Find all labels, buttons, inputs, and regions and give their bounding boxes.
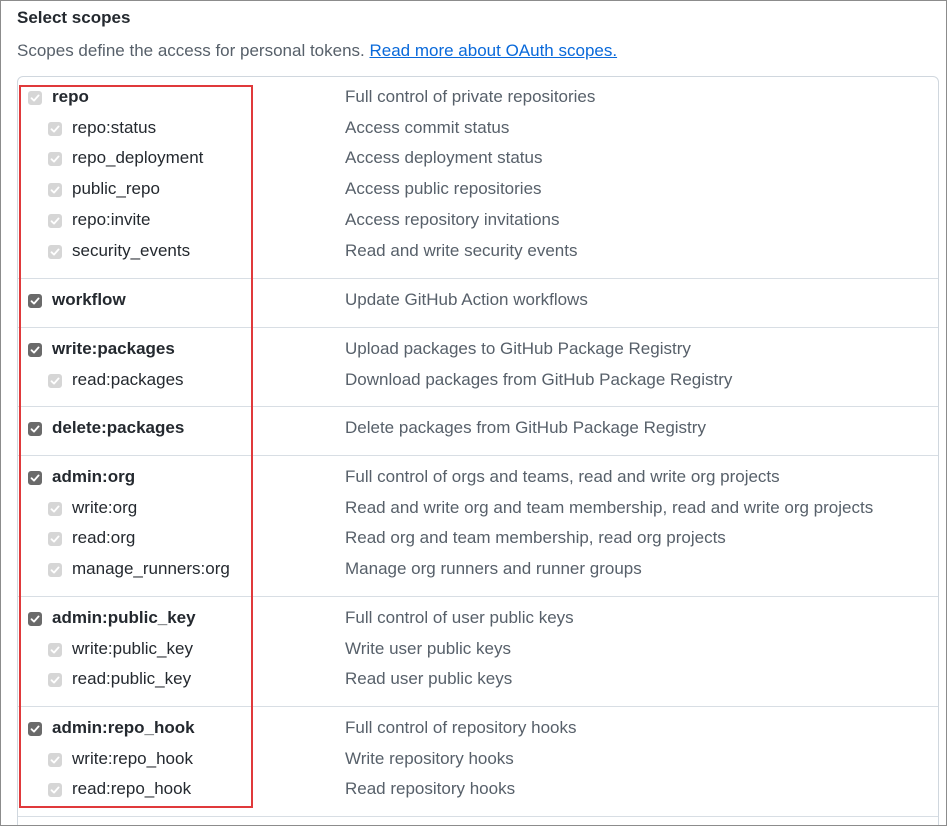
sub-scope-name: read:public_key: [72, 669, 192, 688]
sub-scope-row: repo:invite Access repository invitations: [18, 206, 938, 236]
sub-scope-checkbox: [48, 753, 62, 767]
sub-scope-description: Access public repositories: [345, 179, 542, 198]
sub-scope-description: Write user public keys: [345, 639, 511, 658]
sub-scope-row: write:public_key Write user public keys: [18, 635, 938, 665]
sub-scope-checkbox: [48, 183, 62, 197]
sub-scope-row: read:org Read org and team membership, re…: [18, 524, 938, 554]
sub-scope-checkbox: [48, 502, 62, 516]
sub-scope-row: read:public_key Read user public keys: [18, 665, 938, 695]
sub-scope-row: read:repo_hook Read repository hooks: [18, 775, 938, 805]
sub-scope-name: public_repo: [72, 179, 160, 198]
scope-row: repo Full control of private repositories: [18, 83, 938, 113]
sub-scope-checkbox: [48, 532, 62, 546]
sub-scope-row: manage_runners:org Manage org runners and…: [18, 555, 938, 585]
sub-scope-checkbox: [48, 245, 62, 259]
scope-checkbox[interactable]: [28, 471, 42, 485]
sub-scope-checkbox: [48, 214, 62, 228]
sub-scope-row: write:repo_hook Write repository hooks: [18, 745, 938, 775]
oauth-scopes-link[interactable]: Read more about OAuth scopes.: [369, 41, 617, 60]
scope-description: Full control of repository hooks: [345, 718, 577, 737]
sub-scope-description: Read and write security events: [345, 241, 578, 260]
sub-scope-name: manage_runners:org: [72, 559, 230, 578]
sub-scope-row: public_repo Access public repositories: [18, 175, 938, 205]
sub-scope-name: read:repo_hook: [72, 779, 192, 798]
scope-name: write:packages: [52, 339, 175, 358]
sub-scope-name: read:packages: [72, 370, 184, 389]
sub-scope-checkbox: [48, 783, 62, 797]
sub-scope-row: read:packages Download packages from GitH…: [18, 366, 938, 396]
scope-row: admin:repo_hook Full control of repositor…: [18, 714, 938, 744]
sub-scope-name: write:org: [72, 498, 138, 517]
scope-group: admin:public_key Full control of user pub…: [18, 596, 938, 707]
scope-checkbox[interactable]: [28, 422, 42, 436]
sub-scope-name: security_events: [72, 241, 191, 260]
sub-scope-checkbox: [48, 563, 62, 577]
sub-scope-description: Access deployment status: [345, 148, 543, 167]
sub-scope-row: repo_deployment Access deployment status: [18, 144, 938, 174]
scope-name: admin:public_key: [52, 608, 196, 627]
scope-description: Update GitHub Action workflows: [345, 290, 588, 309]
sub-scope-name: write:public_key: [72, 639, 193, 658]
sub-scope-name: read:org: [72, 528, 136, 547]
sub-scope-description: Download packages from GitHub Package Re…: [345, 370, 733, 389]
sub-scope-row: write:org Read and write org and team mem…: [18, 494, 938, 524]
sub-scope-checkbox: [48, 122, 62, 136]
scope-row: admin:public_key Full control of user pub…: [18, 604, 938, 634]
sub-scope-description: Access repository invitations: [345, 210, 560, 229]
scope-row: workflow Update GitHub Action workflows: [18, 286, 938, 316]
sub-scope-checkbox: [48, 152, 62, 166]
scope-description: Full control of orgs and teams, read and…: [345, 467, 780, 486]
sub-scope-description: Access commit status: [345, 118, 510, 137]
scope-name: repo: [52, 87, 89, 106]
sub-scope-description: Read repository hooks: [345, 779, 516, 798]
scope-checkbox[interactable]: [28, 294, 42, 308]
scope-group: write:packages Upload packages to GitHub …: [18, 327, 938, 407]
sub-scope-name: repo_deployment: [72, 148, 204, 167]
sub-scope-description: Read org and team membership, read org p…: [345, 528, 726, 547]
sub-scope-checkbox: [48, 673, 62, 687]
scopes-panel: Select scopes Scopes define the access f…: [0, 0, 947, 826]
scope-description: Delete packages from GitHub Package Regi…: [345, 418, 706, 437]
intro-label: Scopes define the access for personal to…: [17, 41, 370, 60]
scope-row: write:packages Upload packages to GitHub …: [18, 335, 938, 365]
sub-scope-description: Read user public keys: [345, 669, 513, 688]
scope-list: repo Full control of private repositories…: [17, 76, 939, 825]
scope-name: workflow: [52, 290, 126, 309]
scope-description: Full control of user public keys: [345, 608, 574, 627]
sub-scope-checkbox: [48, 374, 62, 388]
sub-scope-name: repo:status: [72, 118, 157, 137]
sub-scope-description: Read and write org and team membership, …: [345, 498, 874, 517]
scope-name: delete:packages: [52, 418, 185, 437]
scope-row: delete:packages Delete packages from GitH…: [18, 414, 938, 444]
scope-checkbox[interactable]: [28, 612, 42, 626]
scope-checkbox[interactable]: [28, 722, 42, 736]
section-heading: Select scopes: [17, 8, 131, 27]
scope-group: workflow Update GitHub Action workflows: [18, 278, 938, 328]
scope-checkbox: [28, 91, 42, 105]
intro-text: Scopes define the access for personal to…: [17, 41, 617, 61]
scope-description: Full control of private repositories: [345, 87, 596, 106]
sub-scope-description: Manage org runners and runner groups: [345, 559, 642, 578]
scope-group: admin:repo_hook Full control of repositor…: [18, 706, 938, 817]
scope-name: admin:org: [52, 467, 136, 486]
scope-checkbox[interactable]: [28, 343, 42, 357]
sub-scope-name: repo:invite: [72, 210, 151, 229]
scope-row: admin:org Full control of orgs and teams,…: [18, 463, 938, 493]
sub-scope-row: security_events Read and write security e…: [18, 237, 938, 267]
sub-scope-checkbox: [48, 643, 62, 657]
sub-scope-name: write:repo_hook: [72, 749, 193, 768]
sub-scope-row: repo:status Access commit status: [18, 114, 938, 144]
scope-name: admin:repo_hook: [52, 718, 195, 737]
scope-group: admin:org Full control of orgs and teams,…: [18, 455, 938, 597]
scope-group: delete:packages Delete packages from GitH…: [18, 406, 938, 456]
sub-scope-description: Write repository hooks: [345, 749, 514, 768]
scope-group: repo Full control of private repositories…: [18, 77, 938, 279]
scope-description: Upload packages to GitHub Package Regist…: [345, 339, 691, 358]
